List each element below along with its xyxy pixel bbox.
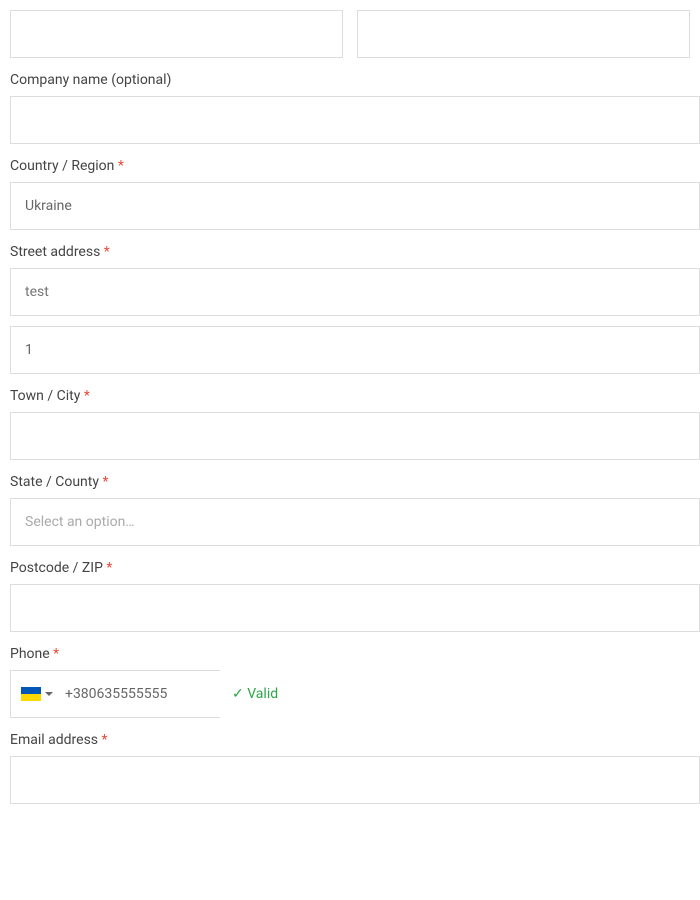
- country-label: Country / Region *: [10, 158, 690, 174]
- state-label-text: State / County: [10, 474, 99, 490]
- country-select[interactable]: Ukraine: [10, 182, 700, 230]
- state-placeholder: Select an option…: [25, 514, 135, 530]
- required-mark: *: [104, 244, 110, 260]
- postcode-label: Postcode / ZIP *: [10, 560, 690, 576]
- street-line1-field[interactable]: [10, 268, 700, 316]
- phone-country-selector[interactable]: [11, 671, 63, 717]
- country-value: Ukraine: [25, 198, 72, 214]
- required-mark: *: [102, 474, 108, 490]
- required-mark: *: [84, 388, 90, 404]
- country-label-text: Country / Region: [10, 158, 114, 174]
- city-label-text: Town / City: [10, 388, 80, 404]
- street-line2-field[interactable]: [10, 326, 700, 374]
- required-mark: *: [53, 646, 59, 662]
- chevron-down-icon: [45, 692, 53, 696]
- last-name-field[interactable]: [357, 10, 690, 58]
- city-label: Town / City *: [10, 388, 690, 404]
- phone-input-wrap: [10, 670, 220, 718]
- company-label: Company name (optional): [10, 72, 690, 88]
- postcode-field[interactable]: [10, 584, 700, 632]
- phone-label: Phone *: [10, 646, 690, 662]
- email-label: Email address *: [10, 732, 690, 748]
- email-label-text: Email address: [10, 732, 98, 748]
- postcode-label-text: Postcode / ZIP: [10, 560, 103, 576]
- ukraine-flag-icon: [21, 687, 41, 701]
- company-field[interactable]: [10, 96, 700, 144]
- phone-field[interactable]: [63, 671, 251, 717]
- street-label-text: Street address: [10, 244, 100, 260]
- required-mark: *: [102, 732, 108, 748]
- required-mark: *: [118, 158, 124, 174]
- first-name-field[interactable]: [10, 10, 343, 58]
- required-mark: *: [106, 560, 112, 576]
- city-field[interactable]: [10, 412, 700, 460]
- state-select[interactable]: Select an option…: [10, 498, 700, 546]
- street-label: Street address *: [10, 244, 690, 260]
- state-label: State / County *: [10, 474, 690, 490]
- phone-valid-badge: ✓ Valid: [232, 686, 278, 702]
- email-field[interactable]: [10, 756, 700, 804]
- phone-label-text: Phone: [10, 646, 50, 662]
